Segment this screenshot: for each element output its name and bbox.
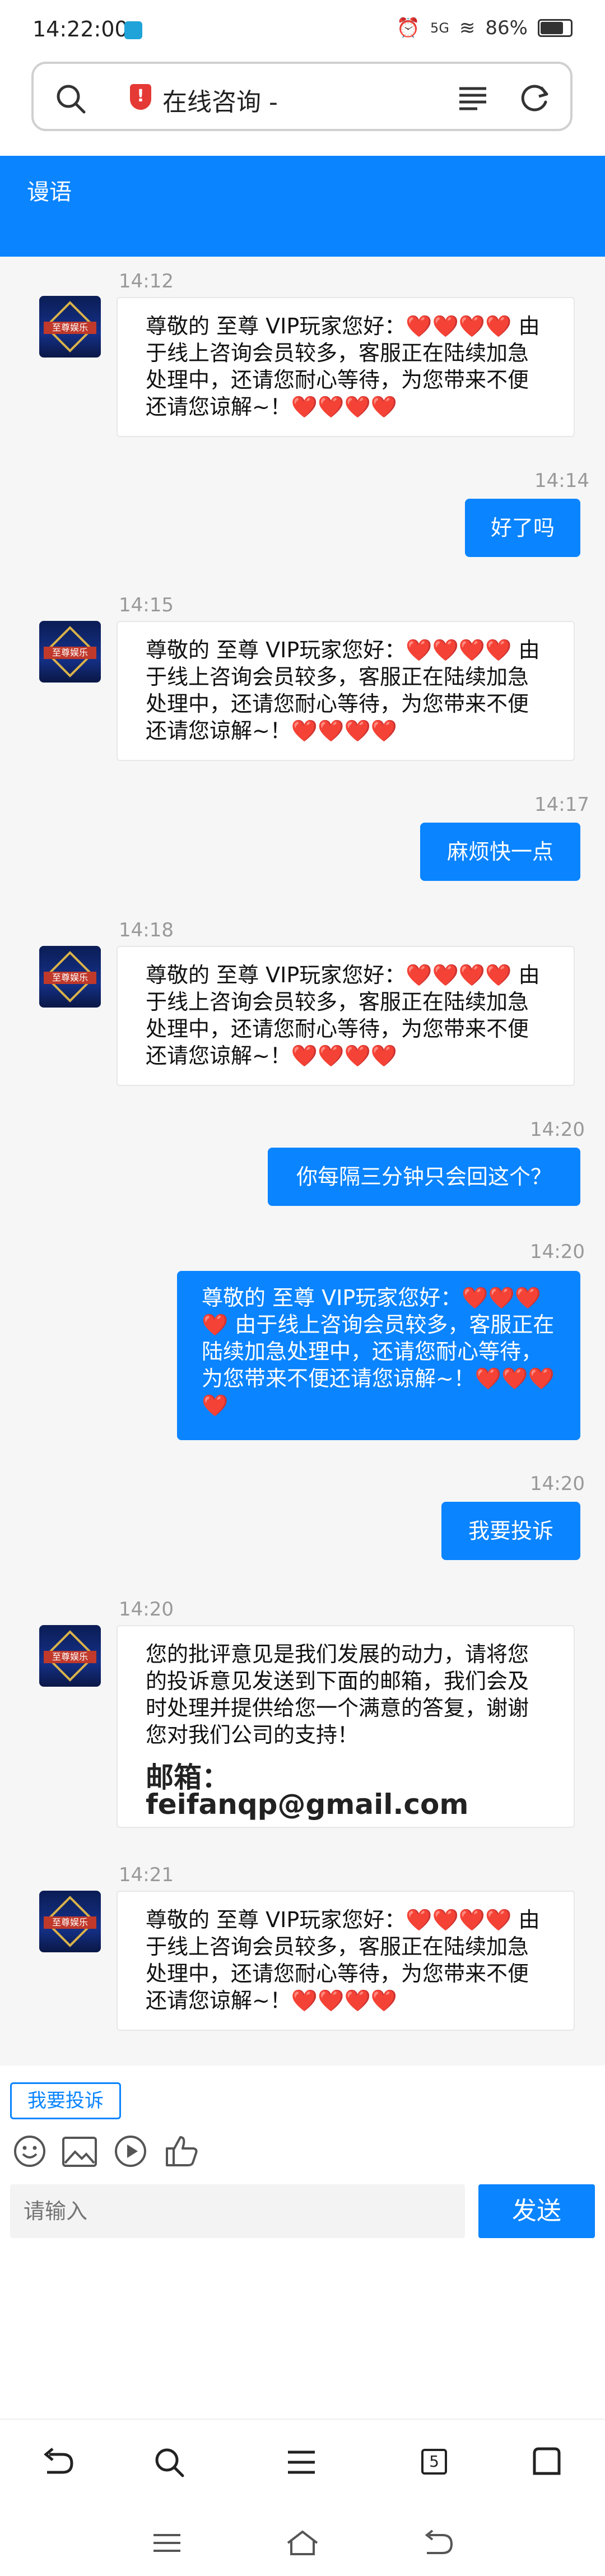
message-bubble-outgoing: 我要投诉 [441, 1502, 580, 1560]
battery-icon [538, 19, 573, 37]
message-time: 14:17 [534, 793, 589, 816]
message-bubble-incoming: 尊敬的 至尊 VIP玩家您好：❤️❤️❤️❤️ 由于线上咨询会员较多，客服正在陆… [117, 621, 575, 761]
svg-text:至尊娱乐: 至尊娱乐 [52, 972, 88, 983]
address-bar[interactable] [31, 62, 573, 131]
message-bubble-outgoing: 你每隔三分钟只会回这个？ [268, 1148, 580, 1206]
security-shield-icon[interactable]: ! [130, 84, 151, 110]
status-indicators: ⏰ 5G ≋ 86% [397, 17, 573, 39]
chat-header [0, 156, 605, 257]
network-label: 5G [430, 20, 449, 36]
message-bubble-incoming: 尊敬的 至尊 VIP玩家您好：❤️❤️❤️❤️ 由于线上咨询会员较多，客服正在陆… [117, 297, 575, 437]
home-system-icon[interactable] [285, 2528, 320, 2556]
message-bubble-incoming: 尊敬的 至尊 VIP玩家您好：❤️❤️❤️❤️ 由于线上咨询会员较多，客服正在陆… [117, 946, 575, 1086]
search-icon[interactable] [54, 82, 87, 115]
quick-reply-complaint-button[interactable]: 我要投诉 [10, 2082, 121, 2119]
message-time: 14:20 [530, 1118, 585, 1141]
send-button[interactable]: 发送 [478, 2184, 595, 2238]
agent-avatar: 至尊娱乐 [39, 1625, 101, 1687]
emoji-icon[interactable] [12, 2134, 47, 2169]
tabs-count-icon[interactable]: 5 [421, 2449, 447, 2475]
thumbs-up-icon[interactable] [164, 2133, 199, 2169]
message-time: 14:20 [530, 1473, 585, 1495]
reader-mode-icon[interactable] [457, 84, 488, 112]
support-email[interactable]: 邮箱：feifanqp@gmail.com [146, 1763, 546, 1818]
message-bubble-outgoing: 尊敬的 至尊 VIP玩家您好：❤️❤️❤️❤️ 由于线上咨询会员较多，客服正在陆… [177, 1271, 580, 1440]
home-icon[interactable] [531, 2445, 562, 2477]
back-icon[interactable] [39, 2447, 75, 2478]
chat-header-title: 谩语 [27, 179, 72, 205]
message-time: 14:15 [119, 594, 174, 616]
complaint-reply-text: 您的批评意见是我们发展的动力，请将您的投诉意见发送到下面的邮箱，我们会及时处理并… [146, 1642, 529, 1747]
agent-avatar: 至尊娱乐 [39, 1891, 101, 1952]
status-time: 14:22:00 [32, 17, 128, 41]
svg-text:至尊娱乐: 至尊娱乐 [52, 1651, 88, 1662]
app-notification-icon [124, 21, 142, 39]
search-icon[interactable] [152, 2445, 186, 2479]
wifi-icon: ≋ [459, 17, 476, 39]
message-time: 14:14 [534, 470, 589, 492]
message-time: 14:12 [119, 270, 174, 293]
message-time: 14:20 [119, 1598, 174, 1621]
image-icon[interactable] [62, 2136, 97, 2167]
message-bubble-outgoing: 好了吗 [465, 499, 580, 557]
svg-text:至尊娱乐: 至尊娱乐 [52, 647, 88, 658]
message-bubble-incoming: 尊敬的 至尊 VIP玩家您好：❤️❤️❤️❤️ 由于线上咨询会员较多，客服正在陆… [117, 1891, 575, 2031]
agent-avatar: 至尊娱乐 [39, 296, 101, 358]
svg-text:至尊娱乐: 至尊娱乐 [52, 322, 88, 333]
message-input[interactable] [10, 2184, 465, 2238]
refresh-icon[interactable] [519, 82, 551, 114]
video-icon[interactable] [113, 2134, 148, 2169]
svg-text:至尊娱乐: 至尊娱乐 [52, 1917, 88, 1928]
page-title[interactable]: 在线咨询 - [162, 82, 278, 118]
message-time: 14:18 [119, 919, 174, 941]
back-system-icon[interactable] [420, 2529, 454, 2555]
message-time: 14:21 [119, 1864, 174, 1886]
agent-avatar: 至尊娱乐 [39, 946, 101, 1008]
message-time: 14:20 [530, 1241, 585, 1263]
message-bubble-outgoing: 麻烦快一点 [420, 823, 580, 881]
menu-icon[interactable] [286, 2449, 317, 2476]
message-bubble-incoming: 您的批评意见是我们发展的动力，请将您的投诉意见发送到下面的邮箱，我们会及时处理并… [117, 1625, 575, 1828]
alarm-icon: ⏰ [396, 17, 421, 39]
agent-avatar: 至尊娱乐 [39, 621, 101, 683]
battery-text: 86% [485, 17, 528, 39]
recent-apps-icon[interactable] [151, 2532, 183, 2554]
